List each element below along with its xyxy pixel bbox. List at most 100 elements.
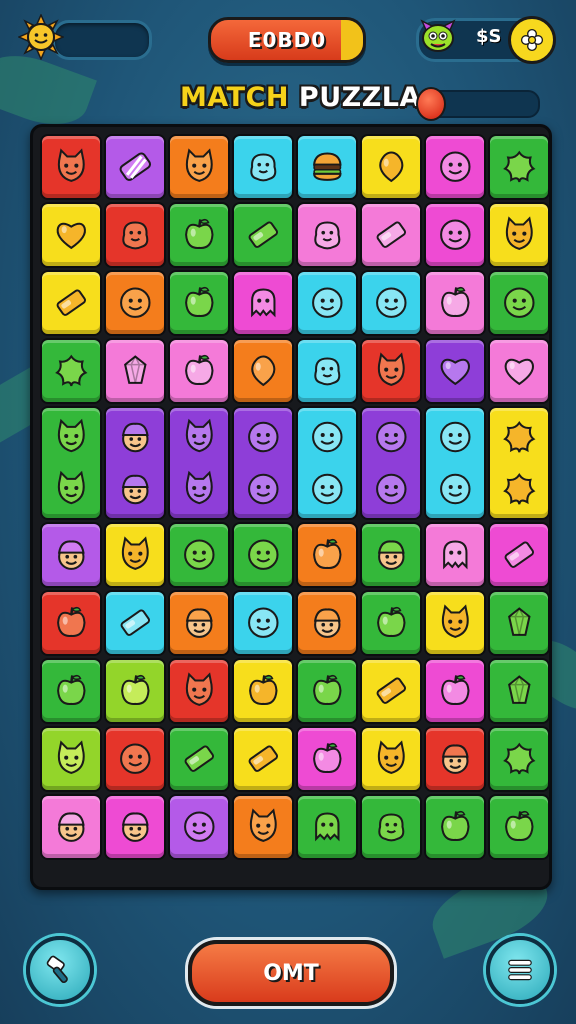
board-tile[interactable] [424, 658, 486, 724]
board-tile[interactable] [232, 270, 294, 336]
smiley-icon [439, 422, 471, 453]
board-tile[interactable] [360, 134, 422, 200]
board-tile[interactable] [168, 794, 230, 860]
board-tile[interactable] [360, 338, 422, 404]
board-tile[interactable] [104, 270, 166, 336]
board-tile[interactable] [232, 202, 294, 268]
board-tile[interactable] [40, 658, 102, 724]
board-tile[interactable] [168, 726, 230, 792]
board-tile[interactable] [40, 522, 102, 588]
board-tile[interactable] [40, 202, 102, 268]
board-tile[interactable] [232, 338, 294, 404]
smiley-icon [119, 287, 151, 319]
board-tile[interactable] [296, 590, 358, 656]
board-tile[interactable] [488, 658, 550, 724]
board-tile[interactable] [296, 522, 358, 588]
board-tile[interactable] [40, 134, 102, 200]
board-tile[interactable] [296, 726, 358, 792]
board-tile[interactable] [296, 134, 358, 200]
board-tile[interactable] [424, 270, 486, 336]
board-tile[interactable] [360, 522, 422, 588]
board-tile[interactable] [488, 590, 550, 656]
board-tile[interactable] [104, 794, 166, 860]
score-value: E0BD0 [247, 28, 327, 52]
board-tile[interactable] [40, 338, 102, 404]
board-tile[interactable] [424, 522, 486, 588]
board-tile[interactable] [168, 134, 230, 200]
boy-face-icon [185, 608, 213, 639]
board-tile[interactable] [296, 794, 358, 860]
board-tile[interactable] [40, 726, 102, 792]
board-tile[interactable] [232, 590, 294, 656]
board-tile[interactable] [360, 726, 422, 792]
apple-icon [440, 811, 470, 842]
board-tile[interactable] [168, 658, 230, 724]
boy-face-icon [121, 423, 149, 453]
board-tile[interactable] [104, 202, 166, 268]
board-tile[interactable] [168, 406, 230, 520]
board-tile[interactable] [232, 134, 294, 200]
board-tile[interactable] [104, 406, 166, 520]
board-tile[interactable] [296, 658, 358, 724]
hammer-icon [46, 955, 68, 984]
board-tile[interactable] [232, 726, 294, 792]
board-tile[interactable] [296, 202, 358, 268]
coin-shop-button[interactable] [508, 16, 556, 64]
board-tile[interactable] [488, 134, 550, 200]
sun-icon[interactable] [17, 13, 65, 61]
board-tile[interactable] [104, 338, 166, 404]
board-tile[interactable] [488, 794, 550, 860]
board-tile[interactable] [232, 658, 294, 724]
board-tile[interactable] [360, 202, 422, 268]
board-tile[interactable] [360, 406, 422, 520]
board-tile[interactable] [168, 270, 230, 336]
board-tile[interactable] [296, 270, 358, 336]
board-tile[interactable] [296, 338, 358, 404]
cat-face-icon [57, 148, 85, 183]
board-tile[interactable] [424, 338, 486, 404]
board-tile[interactable] [104, 134, 166, 200]
energy-bar [52, 20, 152, 60]
menu-button[interactable] [486, 936, 554, 1004]
board-tile[interactable] [360, 794, 422, 860]
board-tile[interactable] [40, 794, 102, 860]
board-tile[interactable] [488, 202, 550, 268]
board-tile[interactable] [488, 406, 550, 520]
board-tile[interactable] [360, 590, 422, 656]
board-tile[interactable] [424, 134, 486, 200]
board-tile[interactable] [424, 590, 486, 656]
board-tile[interactable] [360, 270, 422, 336]
leaf-icon [502, 742, 536, 775]
board-tile[interactable] [168, 202, 230, 268]
board-tile[interactable] [168, 338, 230, 404]
board-tile[interactable] [104, 658, 166, 724]
board-tile[interactable] [232, 794, 294, 860]
board-tile[interactable] [104, 590, 166, 656]
hammer-button[interactable] [26, 936, 94, 1004]
board-tile[interactable] [488, 726, 550, 792]
candy-bar-icon [504, 541, 534, 569]
bottom-action-button[interactable]: OMT [188, 940, 394, 1006]
board-tile[interactable] [488, 338, 550, 404]
board-tile[interactable] [488, 270, 550, 336]
board-tile[interactable] [40, 590, 102, 656]
board-tile[interactable] [424, 406, 486, 520]
board-tile[interactable] [104, 726, 166, 792]
candy-bar-icon [120, 609, 150, 637]
board-tile[interactable] [424, 726, 486, 792]
board-tile[interactable] [40, 270, 102, 336]
board-tile[interactable] [360, 658, 422, 724]
board-tile[interactable] [168, 522, 230, 588]
board-tile[interactable] [104, 522, 166, 588]
ghost-icon [250, 288, 276, 318]
board-tile[interactable] [232, 522, 294, 588]
candy-bar-icon [56, 289, 86, 317]
board-tile[interactable] [424, 202, 486, 268]
boy-face-icon [57, 540, 85, 571]
board-tile[interactable] [40, 406, 102, 520]
board-tile[interactable] [232, 406, 294, 520]
board-tile[interactable] [296, 406, 358, 520]
board-tile[interactable] [488, 522, 550, 588]
board-tile[interactable] [424, 794, 486, 860]
board-tile[interactable] [168, 590, 230, 656]
